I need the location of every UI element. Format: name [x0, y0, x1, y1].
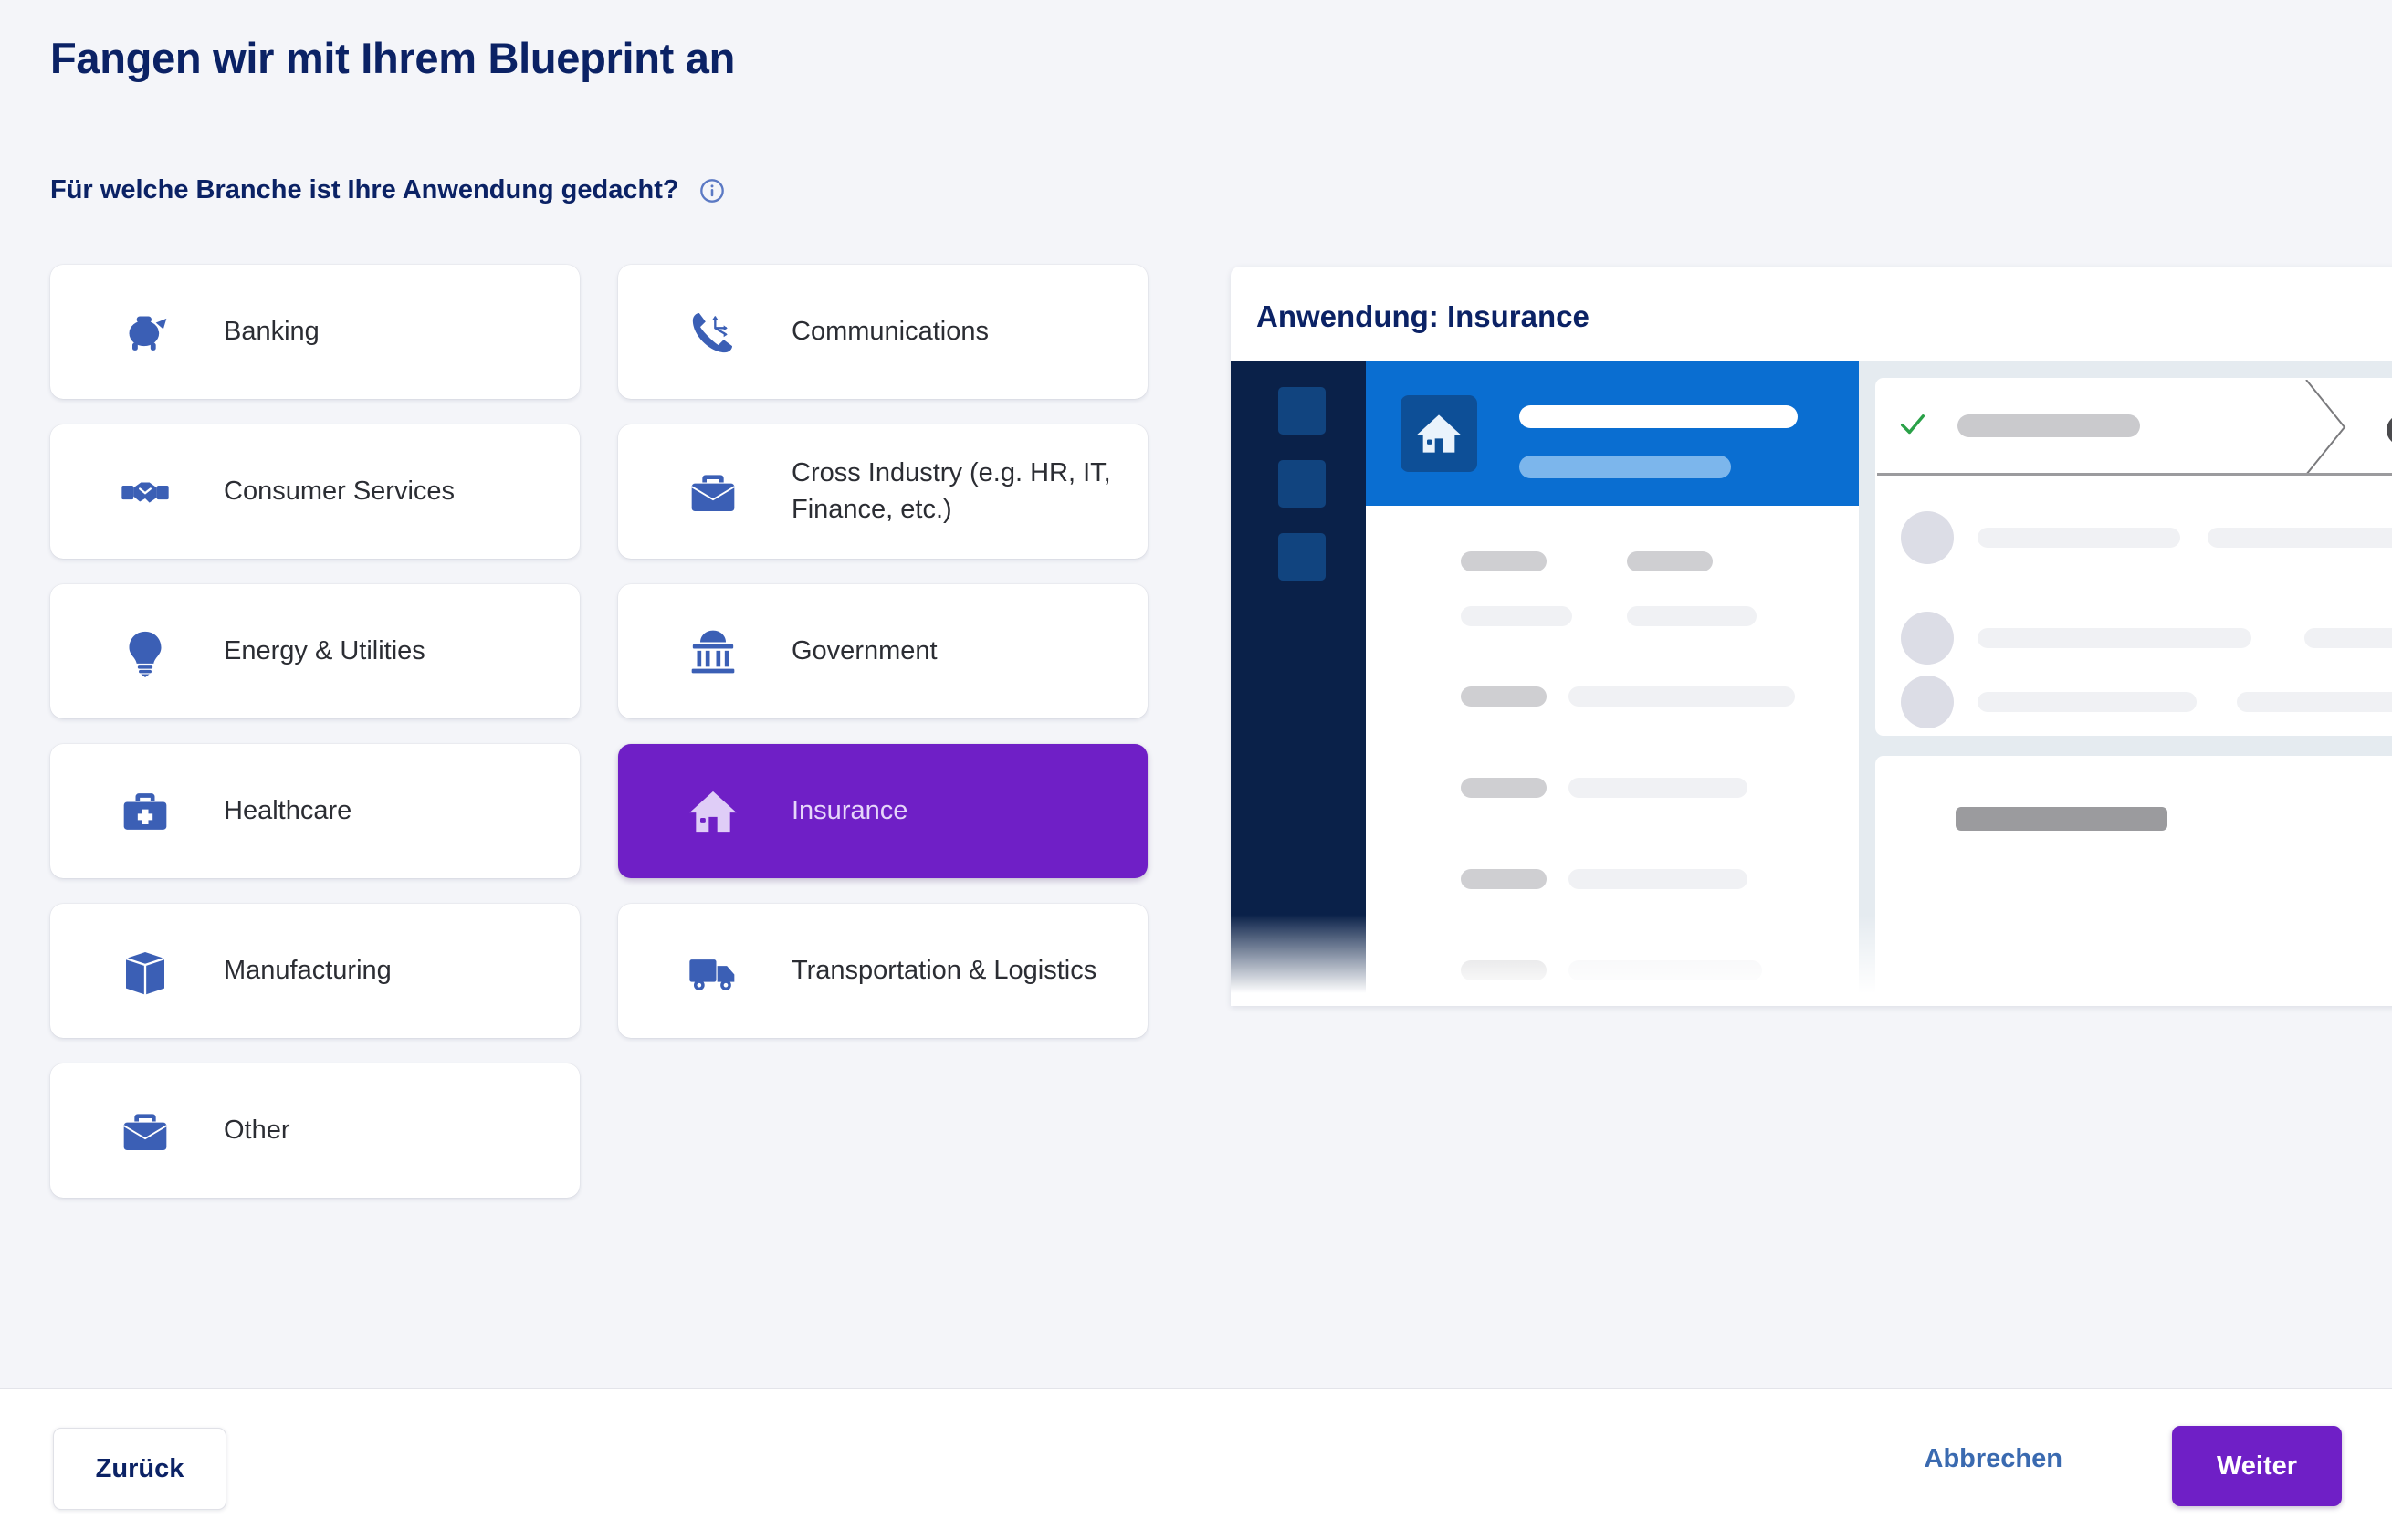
mock-field-value	[1627, 606, 1757, 626]
mock-app-sidebar	[1231, 361, 1366, 1006]
preview-panel-title: Anwendung: Insurance	[1256, 299, 1589, 333]
mock-row-line	[2304, 628, 2392, 648]
mock-nav-item	[1278, 533, 1326, 581]
mock-field-label	[1461, 551, 1547, 571]
mock-field-value	[1461, 606, 1572, 626]
mock-app-header	[1366, 361, 1859, 506]
mock-row-line	[1978, 528, 2180, 548]
mock-nav-item	[1278, 387, 1326, 435]
industry-card-label: Insurance	[792, 795, 908, 825]
government-building-icon	[687, 626, 739, 677]
industry-card-insurance[interactable]: Insurance	[618, 744, 1148, 878]
mock-row-line	[1978, 692, 2197, 712]
mock-field-value	[1568, 778, 1747, 798]
piggy-bank-icon	[120, 307, 171, 358]
industry-question-label: Für welche Branche ist Ihre Anwendung ge…	[50, 175, 679, 204]
truck-icon	[687, 946, 739, 997]
phone-branch-icon	[687, 307, 739, 358]
industry-card-label: Manufacturing	[224, 955, 392, 985]
industry-card-label: Government	[792, 635, 938, 665]
avatar	[1901, 612, 1954, 665]
mock-detail-card-secondary	[1875, 756, 2392, 1006]
briefcase-icon	[687, 466, 739, 518]
mock-detail-card	[1875, 378, 2392, 736]
industry-card-label: Healthcare	[224, 795, 352, 825]
industry-card-other[interactable]: Other	[50, 1063, 580, 1198]
mock-field-label	[1461, 778, 1547, 798]
question-row: Für welche Branche ist Ihre Anwendung ge…	[50, 175, 725, 205]
main-content-area: Fangen wir mit Ihrem Blueprint an Für we…	[0, 0, 2392, 1388]
mock-detail-title-bar	[1957, 414, 2140, 437]
cancel-link[interactable]: Abbrechen	[1925, 1444, 2062, 1474]
briefcase-icon	[120, 1105, 171, 1157]
mock-app-main-column	[1366, 361, 1859, 1006]
mock-row-line	[1978, 628, 2251, 648]
industry-card-label: Transportation & Logistics	[792, 955, 1097, 985]
lightbulb-icon	[120, 626, 171, 677]
mock-row-line	[2237, 692, 2392, 712]
avatar	[1901, 511, 1954, 564]
mock-field-label	[1461, 869, 1547, 889]
green-check-icon	[1897, 409, 1928, 440]
industry-column-right: Communications Cross Industry (e.g. HR, …	[618, 265, 1148, 1063]
mock-app-detail-column	[1859, 361, 2392, 1006]
industry-card-cross-industry[interactable]: Cross Industry (e.g. HR, IT, Finance, et…	[618, 424, 1148, 559]
industry-card-energy-utilities[interactable]: Energy & Utilities	[50, 584, 580, 718]
mock-detail-avatar	[2387, 414, 2392, 445]
industry-card-label: Banking	[224, 316, 320, 346]
package-box-icon	[120, 946, 171, 997]
industry-card-consumer-services[interactable]: Consumer Services	[50, 424, 580, 559]
industry-card-label: Cross Industry (e.g. HR, IT, Finance, et…	[792, 458, 1111, 524]
mock-field-label	[1461, 686, 1547, 707]
avatar	[1901, 676, 1954, 728]
chevron-right-icon	[2304, 379, 2359, 476]
industry-card-government[interactable]: Government	[618, 584, 1148, 718]
industry-card-healthcare[interactable]: Healthcare	[50, 744, 580, 878]
preview-mock-app	[1231, 361, 2392, 1006]
next-button[interactable]: Weiter	[2172, 1426, 2342, 1506]
house-icon	[1401, 395, 1477, 472]
mock-field-value	[1568, 869, 1747, 889]
mock-row-line	[2208, 528, 2392, 548]
medical-bag-icon	[120, 786, 171, 837]
info-circle-icon[interactable]	[699, 178, 725, 204]
back-button[interactable]: Zurück	[53, 1428, 226, 1510]
industry-card-banking[interactable]: Banking	[50, 265, 580, 399]
industry-card-label: Energy & Utilities	[224, 635, 425, 665]
mock-header-title-bar	[1519, 405, 1798, 428]
industry-card-transportation-logistics[interactable]: Transportation & Logistics	[618, 904, 1148, 1038]
house-icon	[687, 786, 739, 837]
mock-detail-button-bar	[1956, 807, 2167, 831]
industry-card-label: Other	[224, 1115, 290, 1145]
mock-header-subtitle-bar	[1519, 456, 1731, 478]
page-title: Fangen wir mit Ihrem Blueprint an	[50, 34, 736, 82]
mock-field-label	[1627, 551, 1713, 571]
mock-field-value	[1568, 960, 1762, 980]
industry-card-manufacturing[interactable]: Manufacturing	[50, 904, 580, 1038]
mock-detail-separator	[1877, 473, 2392, 476]
wizard-footer: Zurück Abbrechen Weiter	[0, 1388, 2392, 1540]
handshake-icon	[120, 466, 171, 518]
industry-card-communications[interactable]: Communications	[618, 265, 1148, 399]
application-preview-panel: Anwendung: Insurance	[1231, 267, 2392, 1006]
industry-card-label: Communications	[792, 316, 989, 346]
mock-nav-item	[1278, 460, 1326, 508]
mock-field-label	[1461, 960, 1547, 980]
industry-column-left: Banking Consumer Services Energy & Utili…	[50, 265, 580, 1223]
mock-field-value	[1568, 686, 1795, 707]
industry-card-label: Consumer Services	[224, 476, 456, 506]
